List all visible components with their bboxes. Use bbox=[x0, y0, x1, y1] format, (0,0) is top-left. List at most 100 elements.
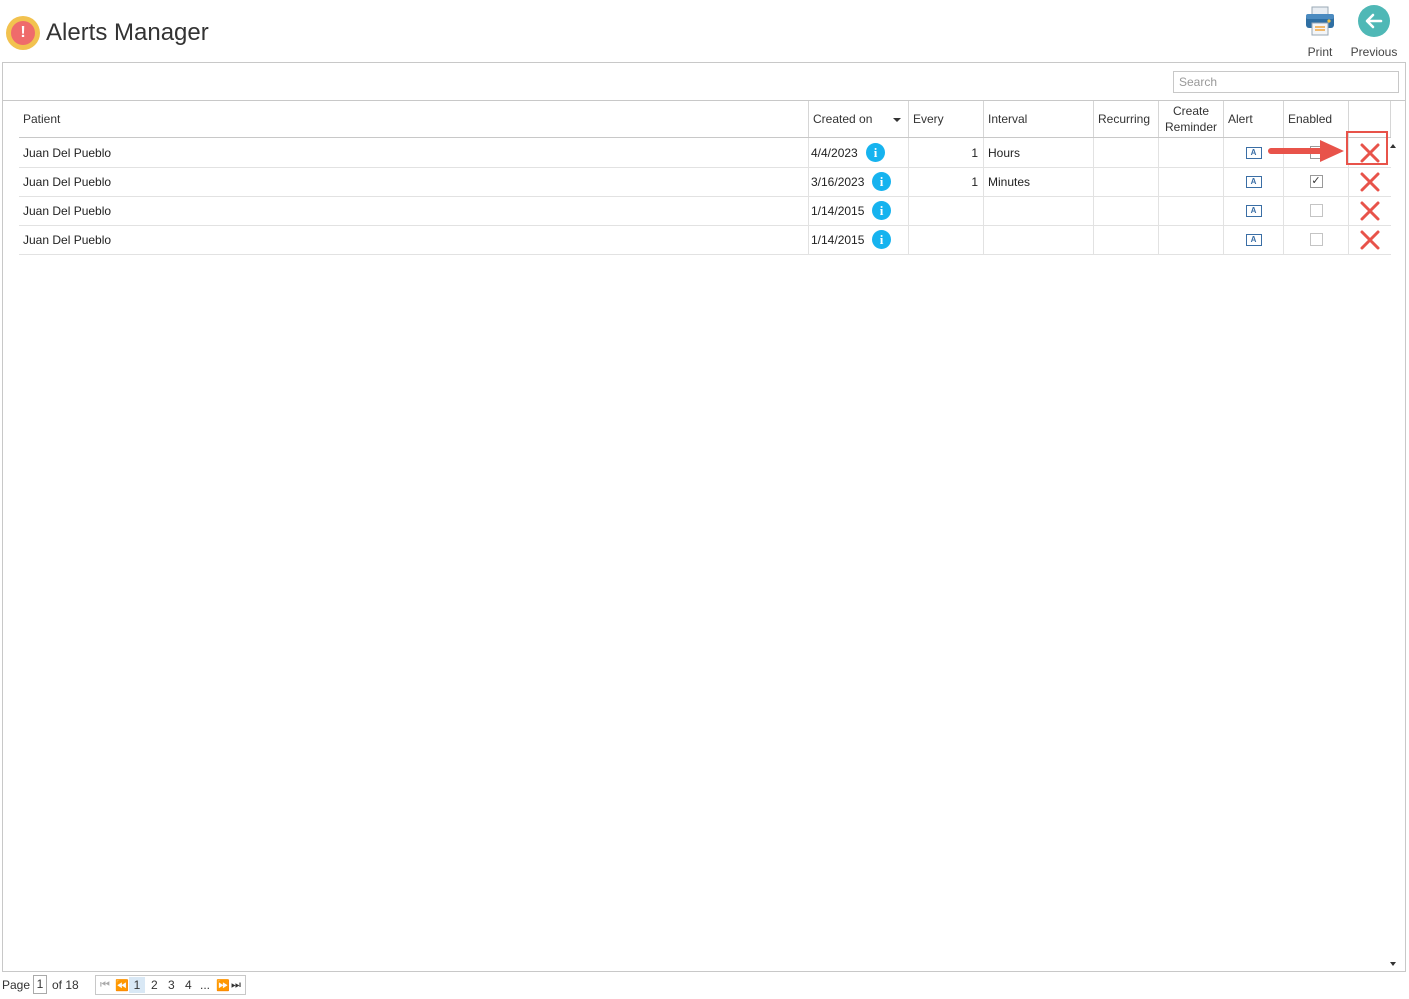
patient-cell: Juan Del Pueblo bbox=[19, 167, 809, 196]
interval-cell bbox=[984, 225, 1094, 254]
grid-header-row: Patient Created on Every Interval Recurr… bbox=[19, 101, 1391, 138]
created-on-cell: 4/4/2023 i bbox=[809, 138, 909, 167]
info-icon[interactable]: i bbox=[872, 201, 891, 220]
enabled-cell bbox=[1284, 225, 1349, 254]
delete-x-icon[interactable] bbox=[1359, 142, 1381, 164]
created-on-cell: 1/14/2015 i bbox=[809, 225, 909, 254]
created-on-value: 1/14/2015 bbox=[811, 232, 865, 247]
patient-cell: Juan Del Pueblo bbox=[19, 196, 809, 225]
page-ellipsis[interactable]: ... bbox=[200, 978, 210, 992]
search-input[interactable] bbox=[1173, 71, 1399, 93]
alert-cell: A bbox=[1224, 225, 1284, 254]
created-on-cell: 3/16/2023 i bbox=[809, 167, 909, 196]
table-row[interactable]: Juan Del Pueblo 4/4/2023 i 1 Hours A bbox=[19, 138, 1391, 168]
enabled-cell bbox=[1284, 196, 1349, 225]
column-header-recurring[interactable]: Recurring bbox=[1094, 101, 1159, 137]
arrow-left-circle-icon bbox=[1358, 5, 1390, 37]
page-number-input[interactable]: 1 bbox=[33, 975, 47, 994]
info-icon[interactable]: i bbox=[872, 230, 891, 249]
alert-text-icon[interactable]: A bbox=[1245, 204, 1262, 217]
created-on-cell: 1/14/2015 i bbox=[809, 196, 909, 225]
sort-descending-icon[interactable] bbox=[893, 118, 901, 122]
column-header-created-on[interactable]: Created on bbox=[809, 101, 909, 137]
enabled-checkbox[interactable] bbox=[1309, 233, 1323, 246]
delete-cell bbox=[1349, 225, 1391, 254]
interval-cell: Minutes bbox=[984, 167, 1094, 196]
table-row[interactable]: Juan Del Pueblo 1/14/2015 i A bbox=[19, 196, 1391, 226]
every-cell bbox=[909, 196, 984, 225]
previous-button[interactable]: Previous bbox=[1347, 4, 1401, 59]
recurring-cell bbox=[1094, 196, 1159, 225]
page-link-3[interactable]: 3 bbox=[168, 978, 175, 992]
previous-label: Previous bbox=[1350, 45, 1398, 59]
enabled-cell bbox=[1284, 138, 1349, 167]
pager-nav: ⏮ ⏪ 1 2 3 4 ... ⏩ ⏭ bbox=[95, 975, 246, 995]
patient-cell: Juan Del Pueblo bbox=[19, 225, 809, 254]
recurring-cell bbox=[1094, 138, 1159, 167]
delete-cell bbox=[1349, 167, 1391, 196]
alert-text-icon[interactable]: A bbox=[1245, 146, 1262, 159]
info-icon[interactable]: i bbox=[866, 143, 885, 162]
alert-cell: A bbox=[1224, 167, 1284, 196]
enabled-checkbox[interactable]: ✓ bbox=[1309, 175, 1323, 188]
alert-cell: A bbox=[1224, 196, 1284, 225]
created-on-value: 1/14/2015 bbox=[811, 203, 865, 218]
table-row[interactable]: Juan Del Pueblo 3/16/2023 i 1 Minutes A … bbox=[19, 167, 1391, 197]
enabled-cell: ✓ bbox=[1284, 167, 1349, 196]
last-page-icon[interactable]: ⏭ bbox=[231, 979, 241, 992]
every-cell: 1 bbox=[909, 138, 984, 167]
every-cell: 1 bbox=[909, 167, 984, 196]
page-link-1[interactable]: 1 bbox=[129, 977, 145, 993]
create-reminder-cell bbox=[1159, 225, 1224, 254]
patient-cell: Juan Del Pueblo bbox=[19, 138, 809, 167]
alert-text-icon[interactable]: A bbox=[1245, 175, 1262, 188]
column-header-patient[interactable]: Patient bbox=[19, 101, 809, 137]
page-count-label: of 18 bbox=[52, 978, 79, 992]
pager: Page 1 of 18 ⏮ ⏪ 1 2 3 4 ... ⏩ ⏭ bbox=[0, 974, 400, 996]
interval-cell: Hours bbox=[984, 138, 1094, 167]
info-icon[interactable]: i bbox=[872, 172, 891, 191]
table-row[interactable]: Juan Del Pueblo 1/14/2015 i A bbox=[19, 225, 1391, 255]
page-label: Page bbox=[2, 978, 31, 992]
page-title: Alerts Manager bbox=[46, 19, 209, 46]
alerts-grid-panel: Patient Created on Every Interval Recurr… bbox=[2, 62, 1406, 972]
print-button[interactable]: Print bbox=[1298, 4, 1342, 59]
next-page-icon[interactable]: ⏩ bbox=[216, 979, 230, 992]
column-header-created-on-label: Created on bbox=[813, 112, 873, 126]
scroll-down-arrow-icon[interactable] bbox=[1390, 962, 1396, 966]
delete-x-icon[interactable] bbox=[1359, 171, 1381, 193]
first-page-icon[interactable]: ⏮ bbox=[100, 979, 110, 992]
exclamation-icon: ! bbox=[11, 21, 35, 45]
create-reminder-cell bbox=[1159, 196, 1224, 225]
column-header-alert[interactable]: Alert bbox=[1224, 101, 1284, 137]
prev-page-icon[interactable]: ⏪ bbox=[115, 979, 129, 992]
recurring-cell bbox=[1094, 225, 1159, 254]
delete-x-icon[interactable] bbox=[1359, 229, 1381, 251]
delete-x-icon[interactable] bbox=[1359, 200, 1381, 222]
column-header-create-reminder[interactable]: Create Reminder bbox=[1159, 101, 1224, 137]
created-on-value: 4/4/2023 bbox=[811, 145, 858, 160]
page-link-2[interactable]: 2 bbox=[151, 978, 158, 992]
printer-icon bbox=[1306, 6, 1334, 36]
delete-cell bbox=[1349, 196, 1391, 225]
created-on-value: 3/16/2023 bbox=[811, 174, 865, 189]
column-header-delete bbox=[1349, 101, 1391, 137]
interval-cell bbox=[984, 196, 1094, 225]
alert-text-icon[interactable]: A bbox=[1245, 233, 1262, 246]
column-header-interval[interactable]: Interval bbox=[984, 101, 1094, 137]
print-label: Print bbox=[1307, 45, 1333, 59]
scroll-up-arrow-icon[interactable] bbox=[1390, 144, 1396, 148]
create-reminder-cell bbox=[1159, 138, 1224, 167]
enabled-checkbox[interactable] bbox=[1309, 204, 1323, 217]
delete-cell bbox=[1349, 138, 1391, 167]
recurring-cell bbox=[1094, 167, 1159, 196]
page-link-4[interactable]: 4 bbox=[185, 978, 192, 992]
column-header-enabled[interactable]: Enabled bbox=[1284, 101, 1349, 137]
enabled-checkbox[interactable] bbox=[1309, 146, 1323, 159]
alerts-logo-icon: ! bbox=[6, 16, 40, 50]
column-header-every[interactable]: Every bbox=[909, 101, 984, 137]
create-reminder-cell bbox=[1159, 167, 1224, 196]
every-cell bbox=[909, 225, 984, 254]
alert-cell: A bbox=[1224, 138, 1284, 167]
app-header: ! Alerts Manager Print Previous bbox=[0, 0, 1409, 62]
